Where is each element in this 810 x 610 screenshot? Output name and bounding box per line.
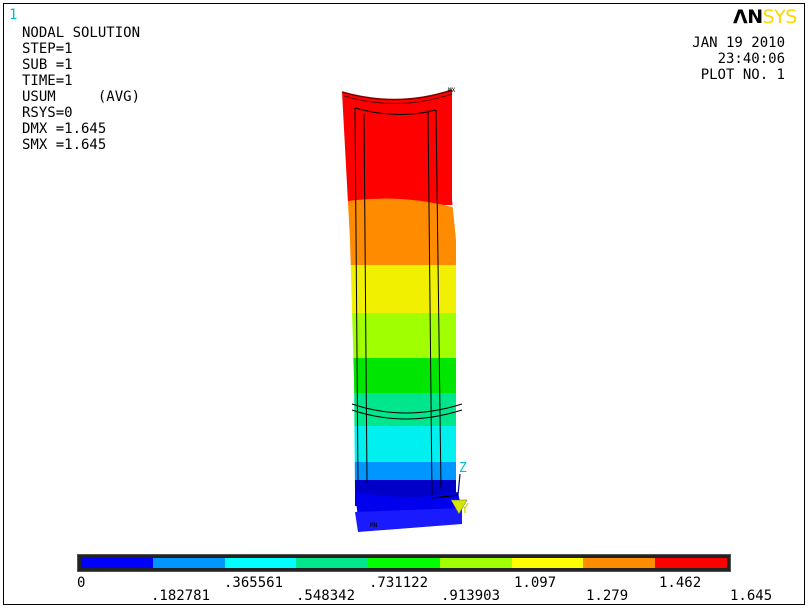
legend-segment-6 (511, 558, 584, 568)
legend-label-1: .182781 (151, 588, 211, 604)
legend-segment-3 (296, 558, 369, 568)
contour-bands (342, 90, 456, 492)
legend-label-3: .548342 (296, 588, 356, 604)
legend-segment-5 (439, 558, 512, 568)
legend-label-6: 1.097 (514, 575, 557, 591)
contour-legend-bar (77, 554, 731, 572)
band-cyan (342, 426, 456, 462)
legend-segment-8 (655, 558, 728, 568)
axis-y-label: Y (461, 502, 469, 517)
max-marker-label: MX (448, 87, 456, 94)
legend-segment-1 (152, 558, 225, 568)
band-yellowgreen (342, 313, 456, 358)
band-green (342, 358, 456, 393)
band-orange (342, 198, 456, 265)
legend-segment-4 (368, 558, 440, 568)
legend-label-2: .365561 (224, 575, 284, 591)
legend-label-9: 1.645 (730, 588, 773, 604)
legend-segment-0 (81, 558, 153, 568)
legend-label-8: 1.462 (659, 575, 702, 591)
band-seagreen (342, 393, 456, 426)
contour-model: Z Y MX MN (341, 87, 469, 532)
legend-segment-2 (224, 558, 297, 568)
legend-label-5: .913903 (441, 588, 501, 604)
axis-z-label: Z (459, 461, 467, 476)
legend-label-7: 1.279 (586, 588, 629, 604)
ansys-graphics-window: 1 NODAL SOLUTION STEP=1 SUB =1 TIME=1 US… (0, 0, 810, 610)
band-yellow (342, 265, 456, 313)
min-marker-label: MN (370, 522, 378, 529)
legend-label-0: 0 (77, 575, 86, 591)
legend-label-4: .731122 (369, 575, 429, 591)
legend-segment-7 (583, 558, 656, 568)
